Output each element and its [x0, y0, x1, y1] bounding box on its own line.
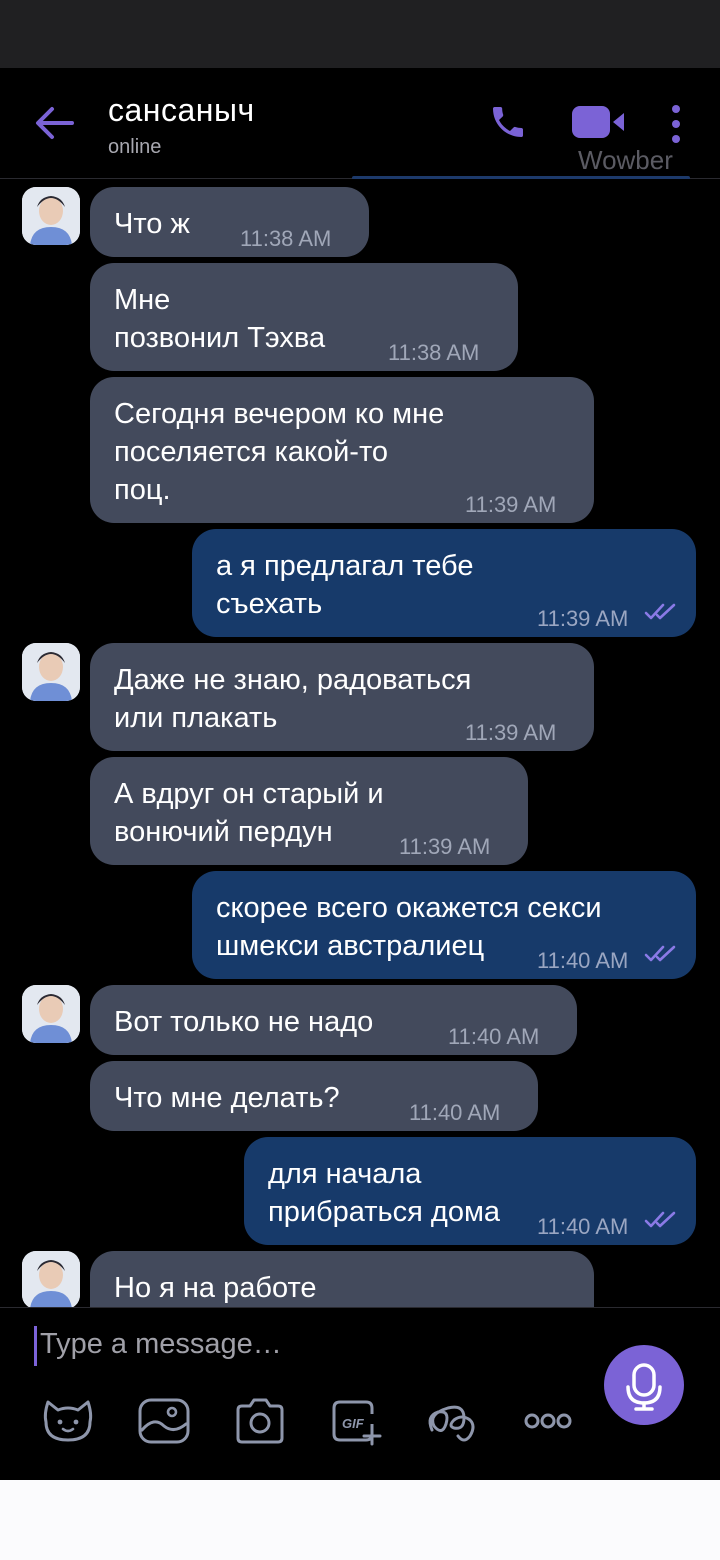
incoming-message[interactable]: А вдруг он старый и вонючий пердун 11:39… [90, 757, 528, 865]
phone-icon[interactable] [488, 102, 528, 142]
incoming-message[interactable]: Мне позвонил Тэхва 11:38 AM [90, 263, 518, 371]
svg-text:GIF: GIF [342, 1416, 365, 1431]
outgoing-message[interactable]: для начала прибраться дома 11:40 AM [244, 1137, 696, 1245]
more-icon[interactable] [520, 1396, 576, 1446]
video-camera-icon[interactable] [570, 104, 628, 140]
message-time: 11:40 AM [537, 1214, 629, 1239]
message-text: Даже не знаю, радоваться или плакать [114, 664, 472, 734]
contact-avatar[interactable] [22, 1251, 80, 1307]
read-checkmarks-icon [644, 1211, 676, 1228]
doodle-icon[interactable] [424, 1396, 480, 1446]
incoming-message[interactable]: Что ж 11:38 AM [90, 187, 369, 257]
incoming-message[interactable]: Вот только не надо 11:40 AM [90, 985, 577, 1055]
contact-status: online [108, 136, 162, 158]
message-time: 11:40 AM [409, 1100, 501, 1125]
incoming-message[interactable]: Сегодня вечером ко мне поселяется какой-… [90, 377, 594, 523]
message-text: Что ж [114, 208, 190, 240]
message-time: 11:39 AM [465, 492, 557, 517]
message-text: для начала прибраться дома [268, 1158, 501, 1228]
message-time: 11:38 AM [240, 226, 332, 251]
message-time: 11:39 AM [537, 606, 629, 631]
message-text: Сегодня вечером ко мне поселяется какой-… [114, 398, 445, 506]
watermark: Wowber [578, 145, 673, 175]
contact-name[interactable]: сансаныч [108, 92, 255, 129]
message-list[interactable]: Что ж 11:38 AM Мне позвонил Тэхва 11:38 … [0, 179, 720, 1307]
contact-avatar[interactable] [22, 187, 80, 245]
incoming-message[interactable]: Но я на работе [90, 1251, 594, 1307]
message-text: Но я на работе [114, 1272, 317, 1304]
message-text: Мне позвонил Тэхва [114, 284, 326, 354]
back-arrow-icon[interactable] [34, 106, 74, 140]
message-time: 11:39 AM [465, 720, 557, 745]
mic-button[interactable] [604, 1345, 684, 1425]
contact-avatar[interactable] [22, 985, 80, 1043]
message-time: 11:38 AM [388, 340, 480, 365]
mic-icon [626, 1363, 662, 1411]
message-text: Что мне делать? [114, 1082, 340, 1114]
outgoing-message[interactable]: скорее всего окажется секси шмекси австр… [192, 871, 696, 979]
chat-header: сансаныч online Wowber [0, 68, 720, 180]
message-text: Вот только не надо [114, 1006, 374, 1038]
read-checkmarks-icon [644, 603, 676, 620]
outgoing-message[interactable]: а я предлагал тебе съехать 11:39 AM [192, 529, 696, 637]
message-time: 11:40 AM [537, 948, 629, 973]
message-time: 11:39 AM [399, 834, 491, 859]
message-input[interactable]: Type a message… [40, 1328, 282, 1361]
message-text: а я предлагал тебе съехать [216, 550, 474, 620]
message-text: А вдруг он старый и вонючий пердун [114, 778, 384, 848]
incoming-message[interactable]: Даже не знаю, радоваться или плакать 11:… [90, 643, 594, 751]
read-checkmarks-icon [644, 945, 676, 962]
more-vert-icon[interactable] [664, 104, 688, 144]
text-cursor [34, 1326, 37, 1366]
message-time: 11:40 AM [448, 1024, 540, 1049]
sticker-icon[interactable] [40, 1396, 96, 1446]
gallery-icon[interactable] [136, 1396, 192, 1446]
system-navigation-area [0, 1480, 720, 1560]
incoming-message[interactable]: Что мне делать? 11:40 AM [90, 1061, 538, 1131]
status-bar [0, 0, 720, 68]
gif-icon[interactable]: GIF [328, 1396, 384, 1446]
contact-avatar[interactable] [22, 643, 80, 701]
composer: Type a message… GIF [0, 1307, 720, 1481]
camera-icon[interactable] [232, 1396, 288, 1446]
